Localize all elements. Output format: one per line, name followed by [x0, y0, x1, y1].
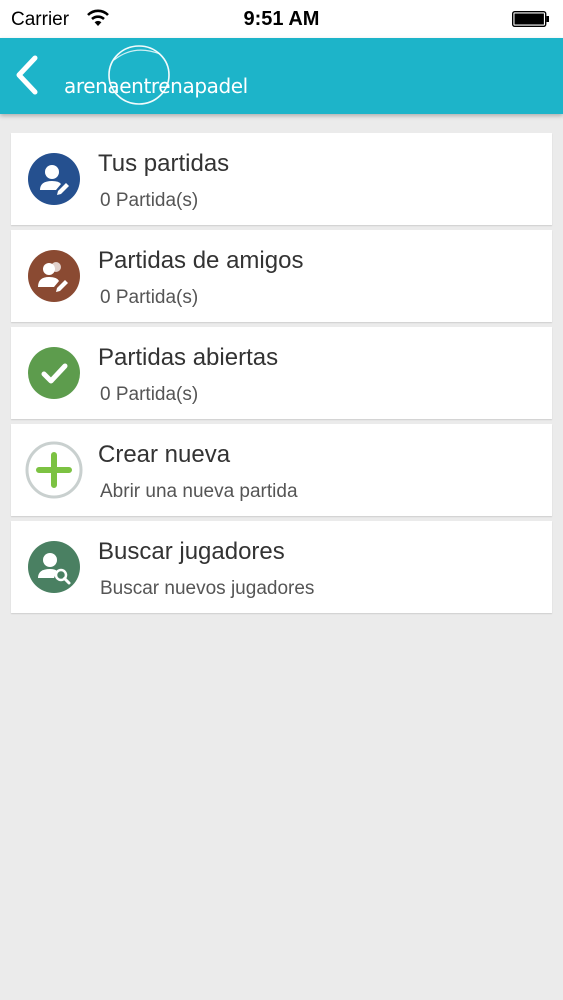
menu-list: Tus partidas 0 Partida(s) Partidas de am…	[11, 133, 552, 618]
item-subtitle: Buscar nuevos jugadores	[100, 578, 315, 599]
list-item-crear-nueva[interactable]: Crear nueva Abrir una nueva partida	[11, 424, 552, 516]
plus-icon	[25, 441, 83, 499]
item-title: Tus partidas	[98, 150, 230, 177]
battery-icon	[512, 11, 549, 27]
list-item-tus-partidas[interactable]: Tus partidas 0 Partida(s)	[11, 133, 552, 225]
item-subtitle: 0 Partida(s)	[100, 384, 199, 405]
checkmark-icon	[28, 347, 80, 399]
chevron-left-icon	[16, 55, 38, 95]
item-title: Buscar jugadores	[98, 538, 285, 565]
app-logo: arenaentrenapadel	[64, 42, 248, 110]
item-subtitle: 0 Partida(s)	[100, 287, 199, 308]
list-item-buscar-jugadores[interactable]: Buscar jugadores Buscar nuevos jugadores	[11, 521, 552, 613]
item-subtitle: 0 Partida(s)	[100, 190, 199, 211]
status-time: 9:51 AM	[243, 8, 320, 30]
item-title: Partidas de amigos	[98, 247, 304, 274]
list-item-partidas-de-amigos[interactable]: Partidas de amigos 0 Partida(s)	[11, 230, 552, 322]
logo-text: arenaentrenapadel	[64, 74, 248, 98]
friends-edit-icon	[28, 250, 80, 302]
list-item-partidas-abiertas[interactable]: Partidas abiertas 0 Partida(s)	[11, 327, 552, 419]
back-button[interactable]	[8, 52, 46, 98]
nav-bar: arenaentrenapadel	[0, 38, 563, 114]
item-title: Crear nueva	[98, 441, 231, 468]
status-bar: Carrier 9:51 AM	[0, 0, 563, 38]
item-title: Partidas abiertas	[98, 344, 279, 371]
user-search-icon	[28, 541, 80, 593]
user-edit-icon	[28, 153, 80, 205]
item-subtitle: Abrir una nueva partida	[100, 481, 298, 502]
